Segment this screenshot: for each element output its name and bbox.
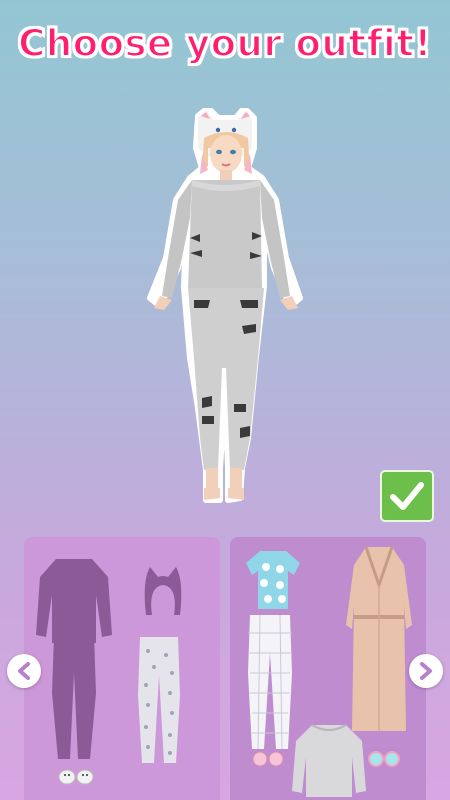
pink-slippers-icon bbox=[252, 751, 284, 767]
outfit-option-1[interactable] bbox=[24, 537, 220, 800]
blue-slippers-icon bbox=[368, 751, 400, 767]
character-avatar bbox=[147, 108, 303, 503]
chevron-right-icon bbox=[420, 662, 432, 680]
cat-print-tshirt-icon bbox=[246, 551, 300, 609]
chevron-left-icon bbox=[18, 662, 30, 680]
cat-ear-headband-silhouette-icon bbox=[144, 567, 182, 615]
white-plaid-pants-icon bbox=[248, 614, 292, 750]
sweatshirt-silhouette-icon bbox=[36, 559, 112, 643]
cat-slippers-icon bbox=[58, 769, 94, 785]
checkmark-icon bbox=[390, 482, 424, 510]
confirm-button[interactable] bbox=[380, 470, 434, 522]
outfit-option-2[interactable] bbox=[230, 537, 426, 800]
cat-print-pajama-pants-icon bbox=[138, 637, 180, 763]
pants-silhouette-icon bbox=[52, 635, 96, 759]
gray-sweatshirt-icon bbox=[292, 724, 366, 797]
next-arrow-button[interactable] bbox=[409, 654, 443, 688]
previous-arrow-button[interactable] bbox=[7, 654, 41, 688]
screen-title: Choose your outfit! bbox=[17, 21, 432, 66]
pink-satin-robe-icon bbox=[346, 546, 412, 731]
